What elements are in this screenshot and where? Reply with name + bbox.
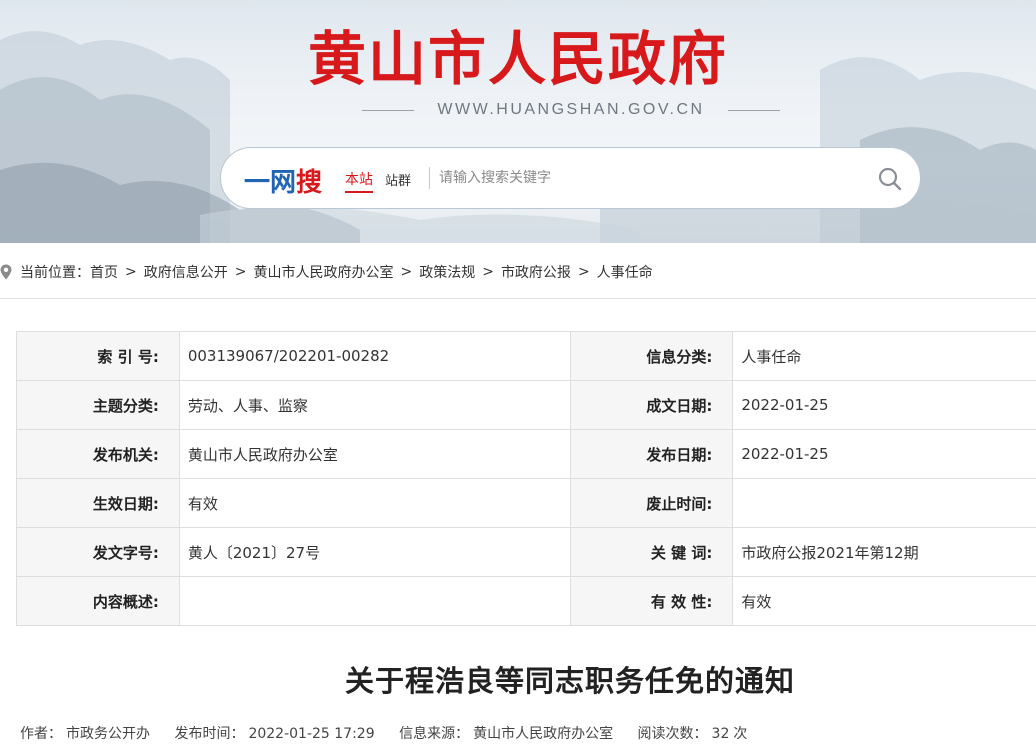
search-divider bbox=[429, 167, 430, 189]
meta-value: 2022-01-25 bbox=[732, 429, 1036, 479]
meta-value: 黄山市人民政府办公室 bbox=[178, 429, 571, 479]
table-row: 主题分类: 劳动、人事、监察 成文日期: 2022-01-25 bbox=[16, 380, 1036, 430]
breadcrumb-separator: > bbox=[577, 264, 590, 280]
source-label: 信息来源： bbox=[399, 726, 470, 742]
meta-key: 索 引 号: bbox=[16, 331, 180, 381]
search-logo: 一网搜 bbox=[244, 162, 322, 199]
search-input[interactable] bbox=[439, 164, 859, 192]
author-label: 作者： bbox=[20, 726, 62, 742]
site-title: 黄山市人民政府 bbox=[307, 25, 728, 93]
search-logo-part2: 搜 bbox=[296, 168, 323, 198]
publish-time-label: 发布时间： bbox=[174, 726, 245, 742]
breadcrumb-gov-info[interactable]: 政府信息公开 bbox=[144, 262, 228, 282]
meta-value bbox=[732, 478, 1036, 528]
breadcrumb-office[interactable]: 黄山市人民政府办公室 bbox=[253, 262, 393, 282]
site-url: WWW.HUANGSHAN.GOV.CN bbox=[362, 99, 780, 121]
breadcrumb-label: 当前位置： bbox=[20, 265, 90, 281]
table-row: 生效日期: 有效 废止时间: bbox=[16, 478, 1036, 528]
article-title: 关于程浩良等同志职务任免的通知 bbox=[344, 664, 795, 698]
read-count-value: 32 bbox=[711, 726, 730, 742]
meta-key: 有 效 性: bbox=[569, 576, 734, 626]
meta-value bbox=[178, 576, 571, 626]
meta-key: 废止时间: bbox=[569, 478, 734, 528]
search-scope-this-site[interactable]: 本站 bbox=[345, 169, 373, 193]
table-row: 发布机关: 黄山市人民政府办公室 发布日期: 2022-01-25 bbox=[16, 429, 1036, 479]
meta-value: 003139067/202201-00282 bbox=[178, 331, 571, 381]
meta-value: 人事任命 bbox=[732, 331, 1036, 381]
location-pin-icon bbox=[0, 264, 12, 280]
meta-key: 关 键 词: bbox=[569, 527, 734, 577]
meta-value: 劳动、人事、监察 bbox=[178, 380, 571, 430]
breadcrumb-separator: > bbox=[482, 264, 494, 280]
source-value: 黄山市人民政府办公室 bbox=[473, 726, 614, 742]
publish-time-value: 2022-01-25 17:29 bbox=[248, 726, 375, 742]
search-scope-site-group[interactable]: 站群 bbox=[385, 170, 411, 189]
meta-value: 有效 bbox=[732, 576, 1036, 626]
search-bar: 一网搜 本站 站群 bbox=[220, 147, 921, 209]
read-count-unit: 次 bbox=[733, 726, 748, 742]
document-metadata-table: 索 引 号: 003139067/202201-00282 信息分类: 人事任命… bbox=[16, 331, 1036, 626]
article-meta: 作者： 市政务公开办 发布时间： 2022-01-25 17:29 信息来源： 黄山市… bbox=[20, 723, 751, 743]
breadcrumb-home[interactable]: 首页 bbox=[90, 262, 118, 282]
breadcrumb-appointments[interactable]: 人事任命 bbox=[597, 262, 653, 282]
meta-value: 市政府公报2021年第12期 bbox=[732, 527, 1036, 577]
url-left-rule bbox=[362, 109, 414, 111]
read-count-label: 阅读次数： bbox=[637, 726, 708, 742]
meta-key: 发文字号: bbox=[16, 527, 180, 577]
header-banner: 黄山市人民政府 WWW.HUANGSHAN.GOV.CN 一网搜 本站 站群 bbox=[0, 0, 1036, 243]
meta-value: 有效 bbox=[178, 478, 571, 528]
meta-key: 内容概述: bbox=[16, 576, 180, 626]
search-logo-part1: 一网 bbox=[244, 168, 297, 198]
breadcrumb-separator: > bbox=[400, 264, 413, 280]
breadcrumb-separator: > bbox=[234, 264, 247, 280]
table-row: 索 引 号: 003139067/202201-00282 信息分类: 人事任命 bbox=[16, 331, 1036, 381]
meta-key: 发布机关: bbox=[16, 429, 180, 479]
site-url-text: WWW.HUANGSHAN.GOV.CN bbox=[437, 101, 705, 118]
meta-key: 成文日期: bbox=[569, 380, 734, 430]
breadcrumb: 当前位置： 首页 > 政府信息公开 > 黄山市人民政府办公室 > 政策法规 > … bbox=[0, 257, 653, 287]
table-row: 发文字号: 黄人〔2021〕27号 关 键 词: 市政府公报2021年第12期 bbox=[16, 527, 1036, 577]
meta-value: 2022-01-25 bbox=[732, 380, 1036, 430]
meta-key: 主题分类: bbox=[16, 380, 180, 430]
search-icon[interactable] bbox=[876, 165, 904, 193]
author-value: 市政务公开办 bbox=[66, 726, 150, 742]
breadcrumb-separator: > bbox=[125, 264, 137, 280]
url-right-rule bbox=[727, 109, 780, 111]
meta-key: 信息分类: bbox=[569, 331, 734, 381]
breadcrumb-policy[interactable]: 政策法规 bbox=[419, 262, 475, 282]
breadcrumb-gazette[interactable]: 市政府公报 bbox=[501, 262, 571, 282]
meta-key: 发布日期: bbox=[569, 429, 734, 479]
meta-key: 生效日期: bbox=[16, 478, 180, 528]
breadcrumb-divider bbox=[0, 298, 1036, 299]
table-row: 内容概述: 有 效 性: 有效 bbox=[16, 576, 1036, 626]
meta-value: 黄人〔2021〕27号 bbox=[178, 527, 571, 577]
